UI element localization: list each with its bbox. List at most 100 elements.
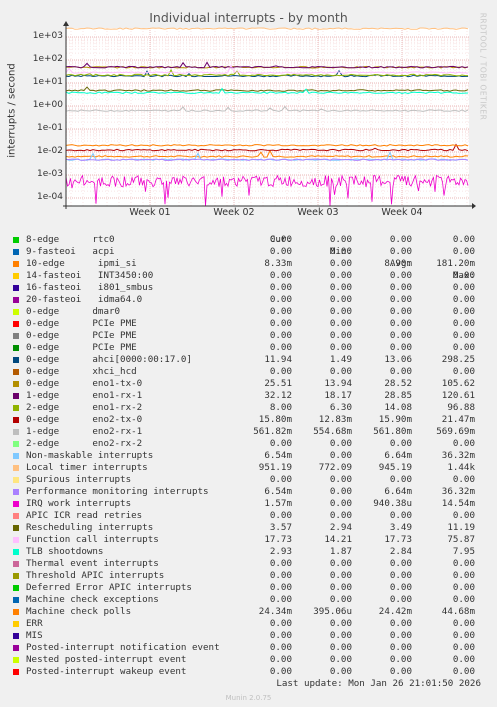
legend-max-value: 298.25	[441, 354, 475, 365]
legend-label: 0-edge eno2-tx-0	[26, 414, 143, 425]
legend-item: 0-edge PCIe PME 0.00 0.00 0.00 0.00	[13, 342, 493, 354]
legend-label: Rescheduling interrupts	[26, 522, 154, 533]
legend-swatch	[13, 597, 19, 603]
legend-min-value: 772.09	[318, 462, 352, 473]
legend-min-value: 0.00	[329, 294, 352, 305]
legend-item: Function call interrupts 17.73 14.21 17.73 7…	[13, 534, 493, 546]
legend-label: 0-edge dmar0	[26, 306, 121, 317]
legend-label: ERR	[26, 618, 43, 629]
legend-swatch	[13, 537, 19, 543]
legend-item: 1-edge eno1-rx-1 32.12 18.17 28.85 120.61	[13, 390, 493, 402]
legend-swatch	[13, 285, 19, 291]
legend-label: 2-edge eno2-rx-2	[26, 438, 143, 449]
legend-cur-value: 3.57	[269, 522, 292, 533]
legend-min-value: 0.00	[329, 438, 352, 449]
legend-cur-value: 8.00	[269, 402, 292, 413]
legend-max-value: 105.62	[441, 378, 475, 389]
legend-label: 1-edge eno2-rx-1	[26, 426, 143, 437]
legend-max-value: 14.54m	[441, 498, 475, 509]
legend-avg-value: 0.00	[389, 558, 412, 569]
legend-item: Deferred Error APIC interrupts 0.00 0.00 0.…	[13, 582, 493, 594]
legend-min-value: 0.00	[329, 570, 352, 581]
legend-avg-value: 0.00	[389, 270, 412, 281]
legend-avg-value: 0.00	[389, 234, 412, 245]
legend-avg-value: 0.00	[389, 582, 412, 593]
legend-swatch	[13, 477, 19, 483]
legend-avg-value: 0.00	[389, 594, 412, 605]
legend-min-value: 0.00	[329, 342, 352, 353]
legend-swatch	[13, 513, 19, 519]
legend-item: Performance monitoring interrupts 6.54m 0.…	[13, 486, 493, 498]
legend-avg-value: 0.00	[389, 666, 412, 677]
legend-cur-value: 0.00	[269, 246, 292, 257]
legend-label: Threshold APIC interrupts	[26, 570, 165, 581]
munin-version: Munin 2.0.75	[225, 694, 272, 702]
legend-label: Nested posted-interrupt event	[26, 654, 187, 665]
legend-cur-value: 561.82m	[253, 426, 292, 437]
legend-max-value: 569.69m	[436, 426, 475, 437]
legend-swatch	[13, 549, 19, 555]
legend-max-value: 120.61	[441, 390, 475, 401]
legend-max-value: 0.00	[452, 318, 475, 329]
y-tick-label: 1e+00	[32, 100, 63, 110]
legend-swatch	[13, 417, 19, 423]
legend-item: 0-edge PCIe PME 0.00 0.00 0.00 0.00	[13, 330, 493, 342]
legend-min-value: 13.94	[324, 378, 352, 389]
legend-item: Machine check polls 24.34m 395.06u 24.42m 44…	[13, 606, 493, 618]
x-tick-label: Week 04	[381, 207, 423, 218]
legend-item: MIS 0.00 0.00 0.00 0.00	[13, 630, 493, 642]
y-axis-arrow	[63, 21, 69, 26]
legend-min-value: 0.00	[329, 558, 352, 569]
x-axis-arrow	[472, 203, 476, 209]
legend-cur-value: 0.00	[269, 306, 292, 317]
legend-cur-value: 0.00	[269, 558, 292, 569]
legend-min-value: 554.68m	[313, 426, 352, 437]
legend-cur-value: 0.00	[269, 438, 292, 449]
legend-max-value: 44.68m	[441, 606, 475, 617]
legend-max-value: 0.00	[452, 630, 475, 641]
legend-avg-value: 28.85	[384, 390, 412, 401]
legend-cur-value: 0.00	[269, 642, 292, 653]
legend-swatch	[13, 393, 19, 399]
legend-label: Local timer interrupts	[26, 462, 148, 473]
legend-min-value: 0.00	[329, 270, 352, 281]
legend-min-value: 0.00	[329, 582, 352, 593]
legend-swatch	[13, 321, 19, 327]
legend-max-value: 0.00	[452, 510, 475, 521]
legend-min-value: 14.21	[324, 534, 352, 545]
legend-swatch	[13, 525, 19, 531]
legend-label: TLB shootdowns	[26, 546, 104, 557]
legend-avg-value: 0.00	[389, 318, 412, 329]
legend-min-value: 0.00	[329, 234, 352, 245]
legend-min-value: 1.49	[329, 354, 352, 365]
legend-max-value: 0.00	[452, 618, 475, 629]
legend-min-value: 0.00	[329, 486, 352, 497]
legend-cur-value: 0.00	[269, 318, 292, 329]
legend-cur-value: 0.00	[269, 366, 292, 377]
legend-swatch	[13, 621, 19, 627]
legend-label: Function call interrupts	[26, 534, 159, 545]
legend-max-value: 1.44k	[447, 462, 475, 473]
legend-label: 8-edge rtc0	[26, 234, 115, 245]
y-tick-label: 1e+01	[32, 77, 63, 87]
legend-label: MIS	[26, 630, 43, 641]
legend-min-value: 0.00	[329, 618, 352, 629]
legend-avg-value: 0.00	[389, 294, 412, 305]
legend-max-value: 96.88	[447, 402, 475, 413]
legend-cur-value: 0.00	[269, 282, 292, 293]
y-tick-label: 1e+02	[32, 54, 63, 64]
legend-swatch	[13, 441, 19, 447]
legend-max-value: 0.00	[452, 594, 475, 605]
legend-item: Rescheduling interrupts 3.57 2.94 3.49 11.19	[13, 522, 493, 534]
legend-item: Posted-interrupt notification event 0.00 0…	[13, 642, 493, 654]
legend-avg-value: 0.00	[389, 342, 412, 353]
legend-item: 14-fasteoi INT3450:00 0.00 0.00 0.00 0.00	[13, 270, 493, 282]
legend-min-value: 0.00	[329, 330, 352, 341]
legend-avg-value: 15.90m	[378, 414, 412, 425]
legend-cur-value: 17.73	[264, 534, 292, 545]
legend-item: 8-edge rtc0 0.00 0.00 0.00 0.00	[13, 234, 493, 246]
legend-item: 0-edge dmar0 0.00 0.00 0.00 0.00	[13, 306, 493, 318]
legend-swatch	[13, 357, 19, 363]
legend-min-value: 0.00	[329, 630, 352, 641]
legend-cur-value: 0.00	[269, 342, 292, 353]
